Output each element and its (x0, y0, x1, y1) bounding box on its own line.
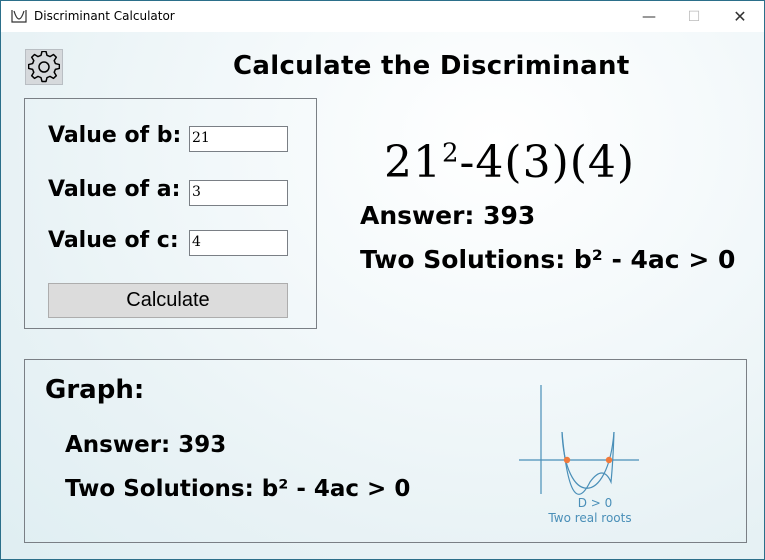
formula-rest: -4(3)(4) (459, 137, 636, 188)
minimize-button[interactable]: — (626, 1, 672, 32)
c-input[interactable]: 4 (189, 230, 288, 256)
graph-answer-text: Answer: 393 (65, 432, 227, 458)
a-label: Value of a: (48, 177, 181, 202)
root-marker (563, 456, 571, 464)
app-window: Discriminant Calculator — ☐ ✕ Calculate … (0, 0, 765, 560)
parabola-curve (561, 431, 615, 495)
gear-icon (28, 51, 60, 83)
b-label: Value of b: (48, 123, 182, 148)
input-panel: Value of b: 21 Value of a: 3 Value of c:… (24, 98, 317, 329)
page-title: Calculate the Discriminant (233, 51, 630, 81)
discriminant-formula: 212-4(3)(4) (384, 137, 635, 188)
root-marker (605, 456, 613, 464)
window-title: Discriminant Calculator (34, 9, 175, 23)
b-input[interactable]: 21 (189, 126, 288, 152)
settings-button[interactable] (25, 49, 63, 85)
formula-base: 21 (384, 137, 442, 188)
parabola-graph (519, 385, 639, 495)
close-button[interactable]: ✕ (717, 1, 763, 32)
graph-panel: Graph: Answer: 393 Two Solutions: b² - 4… (24, 359, 747, 543)
title-bar: Discriminant Calculator — ☐ ✕ (1, 1, 764, 32)
answer-text: Answer: 393 (360, 201, 536, 230)
calculate-button[interactable]: Calculate (48, 283, 288, 318)
formula-exponent: 2 (442, 138, 460, 169)
graph-caption-roots: Two real roots (548, 511, 632, 525)
app-icon (11, 10, 27, 23)
a-input[interactable]: 3 (189, 180, 288, 206)
graph-title: Graph: (45, 375, 145, 405)
maximize-button[interactable]: ☐ (671, 1, 717, 32)
graph-solutions-text: Two Solutions: b² - 4ac > 0 (65, 476, 411, 502)
c-label: Value of c: (48, 228, 179, 253)
solutions-text: Two Solutions: b² - 4ac > 0 (360, 245, 736, 274)
graph-caption-condition: D > 0 (577, 496, 613, 510)
